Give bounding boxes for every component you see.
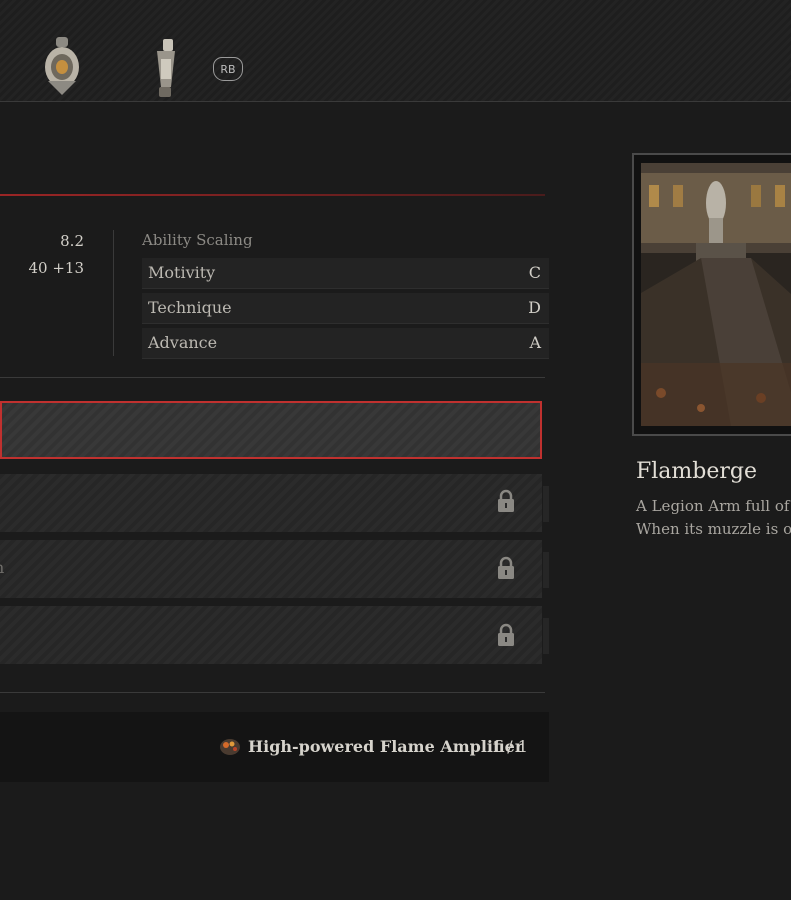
item-description-line-1: A Legion Arm full of b: [636, 497, 791, 515]
item-preview-image: [641, 163, 791, 426]
stat-value-1: 8.2: [60, 232, 84, 250]
scaling-grade: A: [529, 333, 541, 352]
stats-divider: [113, 230, 114, 356]
section-divider-red: [0, 194, 545, 196]
divider: [0, 377, 545, 378]
slot-bar-selected[interactable]: [0, 401, 542, 459]
scaling-row-motivity: Motivity C: [142, 258, 549, 289]
item-description-line-2: When its muzzle is ope: [636, 520, 791, 538]
scaling-row-advance: Advance A: [142, 328, 549, 359]
material-count: 1 / 1: [492, 737, 528, 756]
scaling-label: Technique: [148, 298, 232, 317]
scaling-grade: D: [528, 298, 541, 317]
slot-bar-locked-3[interactable]: [0, 606, 542, 664]
top-equipment-bar: RB: [0, 0, 791, 102]
divider: [0, 692, 545, 693]
slot-bar-locked-2[interactable]: n: [0, 540, 542, 598]
amulet-icon[interactable]: [38, 35, 86, 101]
slot-tab: [543, 552, 549, 588]
stat-value-2: 40 +13: [28, 259, 84, 277]
lock-icon: [496, 623, 516, 647]
flame-amplifier-icon: [218, 736, 242, 760]
rb-button-hint: RB: [213, 57, 243, 81]
scaling-row-technique: Technique D: [142, 293, 549, 324]
scaling-grade: C: [528, 263, 541, 282]
lock-icon: [496, 489, 516, 513]
slot-bar-locked-1[interactable]: [0, 474, 542, 532]
item-name: Flamberge: [636, 459, 757, 484]
ability-scaling-title: Ability Scaling: [142, 231, 253, 249]
slot-tab: [543, 618, 549, 654]
slot-text-partial: n: [0, 558, 4, 577]
lock-icon: [496, 556, 516, 580]
cartridge-icon[interactable]: [145, 37, 185, 105]
material-name: High-powered Flame Amplifier: [248, 737, 524, 756]
scaling-label: Advance: [148, 333, 218, 352]
slot-tab: [543, 486, 549, 522]
scaling-label: Motivity: [148, 263, 216, 282]
